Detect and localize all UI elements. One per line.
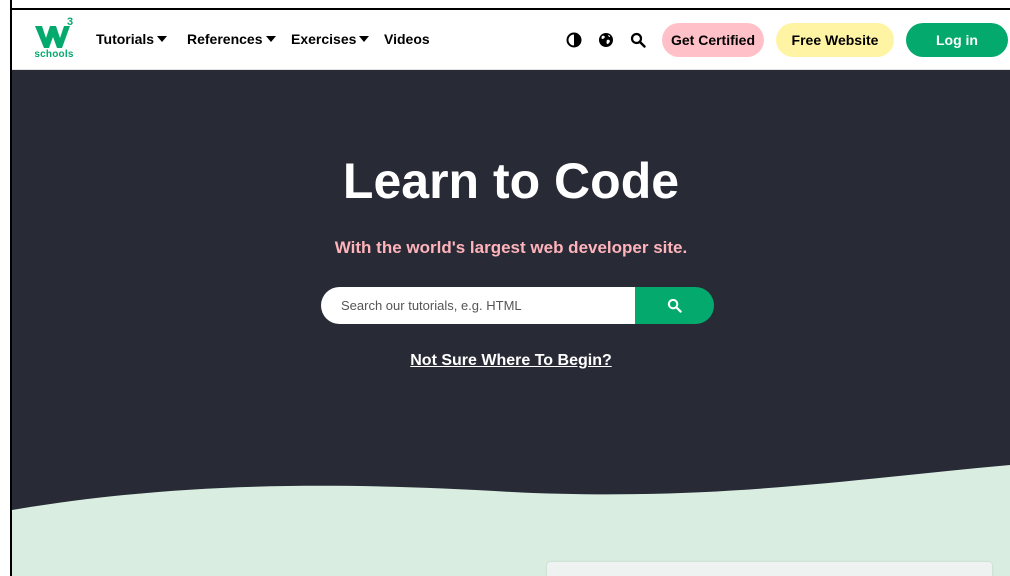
get-certified-button[interactable]: Get Certified [662,23,764,57]
hero-wave-divider [12,465,1010,576]
nav-references[interactable]: References [187,31,276,47]
nav-exercises[interactable]: Exercises [291,31,370,47]
caret-down-icon [157,36,168,42]
w3schools-logo[interactable]: 3 schools [34,16,74,62]
nav-references-label: References [187,31,263,47]
contrast-icon [566,32,582,48]
nav-videos-label: Videos [384,31,430,47]
hero-subtitle: With the world's largest web developer s… [334,238,688,257]
nav-tutorials[interactable]: Tutorials [96,31,168,47]
caret-down-icon [359,36,370,42]
theme-toggle-button[interactable] [564,30,584,50]
caret-down-icon [265,36,276,42]
top-navbar: 3 schools Tutorials References Exercises… [12,10,1010,70]
window-frame-left [0,0,12,576]
window-frame-top [0,0,1010,10]
content-card-top [547,562,992,576]
tutorial-search-button[interactable] [635,287,714,324]
tutorial-search-input[interactable] [321,287,635,324]
nav-videos[interactable]: Videos [384,31,430,47]
search-icon [667,298,682,313]
log-in-button[interactable]: Log in [906,23,1008,57]
search-button[interactable] [628,30,648,50]
search-icon [630,32,646,48]
globe-icon [599,33,613,47]
hero-section: Learn to Code With the world's largest w… [12,70,1010,576]
tutorial-search-bar [321,287,714,324]
free-website-button[interactable]: Free Website [776,23,894,57]
not-sure-where-to-begin-link[interactable]: Not Sure Where To Begin? [12,352,1010,370]
hero-title: Learn to Code [342,153,680,209]
nav-tutorials-label: Tutorials [96,31,155,47]
nav-exercises-label: Exercises [291,31,357,47]
svg-text:3: 3 [67,16,73,28]
logo-text: schools [34,49,74,60]
w3-logo-icon: 3 [35,16,73,48]
language-button[interactable] [596,30,616,50]
